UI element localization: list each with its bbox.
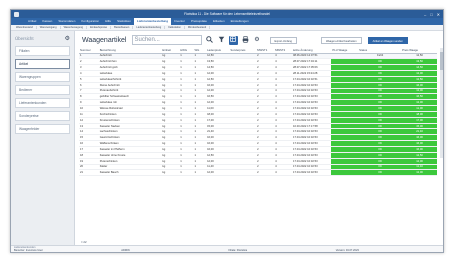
table-row[interactable]: 21 Kasseler Bauch kg 1 1 12,00 2 4 17.04.2022 10… — [79, 169, 437, 177]
menu-item[interactable]: Stammdaten — [55, 18, 78, 25]
status-branch: Filiale: Floristica — [228, 249, 248, 252]
sidebar-item[interactable]: Bediener — [15, 85, 70, 95]
table-cell: 17.04.2022 10:32:53 — [291, 169, 332, 177]
table-cell: 21 — [79, 169, 99, 177]
filter-icon[interactable] — [217, 36, 226, 45]
status-role: ADMIN — [121, 249, 130, 252]
edit-scale-items-button[interactable]: Waagen-Artikel bearbeiten — [320, 36, 362, 44]
subtoolbar-item[interactable]: Lieferantenbestellung — [133, 26, 166, 29]
export-icon[interactable] — [228, 35, 238, 45]
gear-icon[interactable]: ⚙ — [65, 36, 70, 42]
table-cell — [229, 169, 257, 177]
subtoolbar-item[interactable]: Warenbewegung — [61, 26, 88, 29]
table-cell: 4 — [274, 169, 292, 177]
table-cell: 1 — [193, 169, 207, 177]
menu-item[interactable]: Einstellungen — [228, 18, 252, 25]
page-title: Waagenartikel — [82, 36, 127, 44]
row-count: = 22 — [81, 240, 87, 244]
subtoolbar-item[interactable]: Einkaufspreise — [87, 26, 112, 29]
menu-item[interactable]: Etiketten — [210, 18, 228, 25]
main-menu: Artikel Kassen Stammdaten Konfiguration Hilf… — [11, 18, 443, 25]
main-panel: Waagenartikel Suchen... ⚙ Export-Umfang … — [75, 31, 443, 245]
sidebar-item[interactable]: Warengruppen — [15, 72, 70, 82]
subtoolbar-item[interactable]: Mindestbestand — [185, 26, 211, 29]
settings-icon[interactable]: ⚙ — [253, 36, 262, 45]
print-icon[interactable] — [241, 35, 250, 45]
app-window: Floristica 11 - Die Software für den Leb… — [10, 9, 444, 253]
sidebar-title: Übersicht — [15, 36, 34, 41]
maximize-icon[interactable]: □ — [430, 12, 432, 17]
table-cell: 12,00 — [206, 169, 230, 177]
table-cell: 2 — [256, 169, 275, 177]
menu-item[interactable]: Konfiguration — [78, 18, 102, 25]
table-cell: 12,00 — [401, 169, 437, 177]
minimize-icon[interactable]: – — [424, 12, 426, 17]
table-cell: 1 — [179, 169, 194, 177]
menu-item[interactable]: Artikel — [25, 18, 39, 25]
export-scope-button[interactable]: Export-Umfang — [269, 36, 297, 44]
window-title: Floristica 11 - Die Software für den Leb… — [184, 12, 270, 16]
status-version: Version: 04.07.2023 — [335, 249, 359, 252]
close-icon[interactable]: ✕ — [437, 12, 440, 17]
menu-item[interactable]: Statistiken — [114, 18, 134, 25]
sidebar-item[interactable]: Filialen — [15, 46, 70, 56]
title-bar: Floristica 11 - Die Software für den Leb… — [11, 10, 443, 18]
vertical-scrollbar[interactable] — [440, 48, 443, 158]
subtoolbar-item[interactable]: Kalkulation — [165, 26, 185, 29]
search-icon[interactable] — [205, 35, 214, 45]
sidebar-item[interactable]: Sonderpreise — [15, 111, 70, 121]
status-user: Benutzer: Inventure User — [14, 249, 43, 252]
table-cell: OK — [358, 169, 402, 177]
menu-item[interactable]: Inventur — [171, 18, 188, 25]
send-to-scale-button[interactable]: Artikel an Waagen senden — [367, 36, 408, 44]
sidebar-item[interactable]: Waagenfelder — [15, 124, 70, 134]
status-bar: Lieferantenkunden Benutzer: Inventure Us… — [11, 245, 443, 252]
menu-item[interactable]: Hilfe — [102, 18, 114, 25]
sidebar-item[interactable]: Artikel — [15, 59, 70, 69]
subtoolbar-item[interactable]: Bestellwesen — [111, 26, 134, 29]
menu-item[interactable]: Kassen — [39, 18, 55, 25]
table-cell: Kasseler Bauch — [98, 169, 162, 177]
menu-item[interactable]: Lieferantenbestellung — [133, 18, 172, 25]
sidebar: Übersicht ⚙ Filialen Artikel Warengruppen B… — [11, 31, 75, 245]
subtoolbar-item[interactable]: Warenbestand — [13, 26, 37, 29]
table-cell: kg — [161, 169, 180, 177]
search-input[interactable]: Suchen... — [131, 35, 202, 45]
scale-items-table: Nummer Bezeichnung Einheit HWG WG Ladenpreis S… — [79, 48, 437, 239]
sidebar-item[interactable]: Lieferantenkunden — [15, 98, 70, 108]
menu-item[interactable]: Preisupdate — [188, 18, 210, 25]
table-cell — [331, 169, 359, 177]
subtoolbar-item[interactable]: Wareneingang — [37, 26, 61, 29]
